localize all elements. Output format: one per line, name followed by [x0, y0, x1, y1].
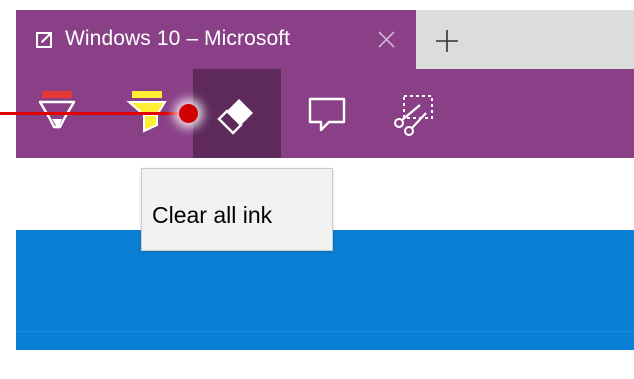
edit-note-icon [36, 32, 52, 48]
add-note-button[interactable] [301, 69, 353, 158]
tab-title: Windows 10 – Microsoft [65, 27, 291, 50]
clip-button[interactable] [386, 69, 440, 158]
plus-icon[interactable] [430, 24, 464, 58]
new-tab-area [416, 10, 634, 69]
eraser-icon [217, 99, 253, 135]
close-icon[interactable] [377, 30, 396, 49]
callout-pointer-dot [179, 104, 198, 123]
comment-icon [308, 97, 346, 132]
callout-pointer-line [0, 112, 189, 115]
content-divider [16, 331, 634, 332]
eraser-button[interactable] [193, 69, 281, 158]
tooltip-text: Clear all ink [152, 202, 273, 228]
browser-tab[interactable]: Windows 10 – Microsoft [16, 10, 416, 69]
clip-scissors-icon [394, 95, 433, 136]
tab-strip: Windows 10 – Microsoft [16, 0, 634, 69]
tooltip: Clear all ink [141, 168, 333, 251]
